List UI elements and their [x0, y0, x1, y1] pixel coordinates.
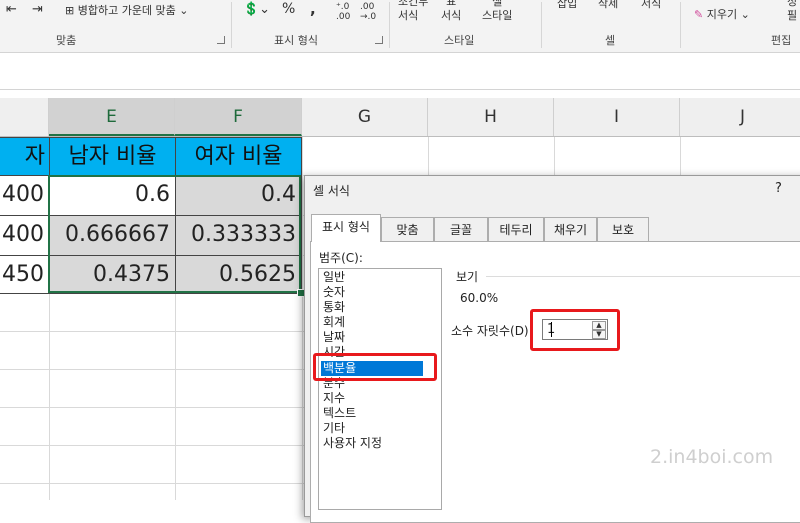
ribbon-separator	[680, 2, 681, 48]
category-list[interactable]: 일반 숫자 통화 회계 날짜 시간 백분율 분수 지수 텍스트 기타 사용자 지…	[318, 268, 442, 510]
align-launcher-icon[interactable]	[217, 36, 225, 44]
format-cells-button[interactable]: 서식	[641, 0, 661, 11]
comma-style-button[interactable]: ,	[310, 0, 316, 18]
column-header-f[interactable]: F	[175, 98, 302, 136]
highlight-box-category	[313, 353, 437, 381]
tab-border[interactable]: 테두리	[488, 217, 544, 241]
sample-group-rule	[486, 276, 800, 277]
currency-format-button[interactable]: 💲⌄	[243, 2, 270, 17]
decimal-places-label: 소수 자릿수(D):	[451, 324, 533, 338]
conditional-format-button[interactable]: 조건부 서식	[398, 0, 428, 23]
dialog-title: 셀 서식	[313, 184, 350, 198]
selection-outline	[48, 175, 301, 293]
sample-value: 60.0%	[460, 291, 499, 305]
column-header-j[interactable]: J	[680, 98, 800, 136]
list-item-custom[interactable]: 사용자 지정	[323, 436, 382, 451]
watermark: 2.in4boi.com	[650, 446, 774, 468]
tab-fill[interactable]: 채우기	[544, 217, 597, 241]
column-header-row: E F G H I J	[0, 98, 800, 137]
cell-styles-button[interactable]: 셀 스타일	[482, 0, 512, 23]
ribbon-separator	[389, 2, 390, 48]
list-item-number[interactable]: 숫자	[323, 285, 345, 300]
tab-alignment[interactable]: 맞춤	[381, 217, 434, 241]
number-group-label: 표시 형식	[274, 34, 318, 47]
number-launcher-icon[interactable]	[375, 36, 383, 44]
styles-group-label: 스타일	[444, 34, 475, 47]
tab-number[interactable]: 표시 형식	[311, 214, 381, 242]
chevron-down-icon: ⌄	[740, 8, 750, 21]
eraser-icon: ✎	[694, 8, 704, 21]
list-item-currency[interactable]: 통화	[323, 300, 345, 315]
column-header-d[interactable]	[0, 98, 49, 136]
tab-font[interactable]: 글꼴	[434, 217, 488, 241]
help-button[interactable]: ?	[775, 181, 782, 196]
ribbon-separator	[541, 2, 542, 48]
column-header-i[interactable]: I	[554, 98, 680, 136]
highlight-box-decimal	[530, 309, 620, 351]
list-item-date[interactable]: 날짜	[323, 330, 345, 345]
list-item-special[interactable]: 기타	[323, 421, 345, 436]
merge-center-button[interactable]: ⊞ 병합하고 가운데 맞춤 ⌄	[65, 2, 189, 18]
table-cell[interactable]: 450	[0, 255, 50, 294]
editing-group-label: 편집	[771, 34, 792, 47]
list-item-general[interactable]: 일반	[323, 270, 345, 285]
list-item-accounting[interactable]: 회계	[323, 315, 345, 330]
category-label: 범주(C):	[319, 251, 363, 265]
decrease-indent-icon[interactable]: ⇤	[6, 2, 17, 17]
formula-bar[interactable]	[0, 53, 800, 90]
increase-decimal-icon[interactable]: ⁺.0.00	[336, 2, 350, 22]
tab-protection[interactable]: 보호	[597, 217, 649, 241]
list-item-scientific[interactable]: 지수	[323, 391, 345, 406]
header-cell-female-ratio[interactable]: 여자 비율	[175, 137, 302, 176]
ribbon-separator	[231, 2, 232, 48]
decrease-decimal-icon[interactable]: .00 →.0	[360, 2, 376, 22]
merge-icon: ⊞	[65, 4, 75, 17]
header-cell-male-ratio[interactable]: 남자 비율	[49, 137, 176, 176]
dialog-title-bar[interactable]: 셀 서식 ?	[305, 176, 800, 204]
sample-label: 보기	[456, 270, 479, 284]
column-header-g[interactable]: G	[302, 98, 428, 136]
header-cell-partial[interactable]: 자	[0, 137, 50, 176]
percent-style-button[interactable]: %	[282, 1, 295, 17]
cells-group-label: 셀	[605, 34, 616, 47]
format-as-table-button[interactable]: 표 서식	[441, 0, 461, 23]
delete-cells-button[interactable]: 삭제	[598, 0, 618, 11]
increase-indent-icon[interactable]: ⇥	[32, 2, 43, 17]
chevron-down-icon: ⌄	[179, 4, 189, 17]
column-header-e[interactable]: E	[49, 98, 175, 136]
ribbon: ⇤ ⇥ ⊞ 병합하고 가운데 맞춤 ⌄ 맞춤 💲⌄ % , ⁺.0.00 .00…	[0, 0, 800, 53]
table-cell[interactable]: 400	[0, 175, 50, 216]
insert-cells-button[interactable]: 삽입	[557, 0, 577, 11]
list-item-text[interactable]: 텍스트	[323, 406, 356, 421]
sort-filter-button[interactable]: 정 필	[787, 0, 797, 23]
column-header-h[interactable]: H	[428, 98, 554, 136]
clear-button[interactable]: ✎ 지우기 ⌄	[694, 6, 750, 22]
align-group-label: 맞춤	[56, 34, 77, 47]
table-cell[interactable]: 400	[0, 215, 50, 256]
